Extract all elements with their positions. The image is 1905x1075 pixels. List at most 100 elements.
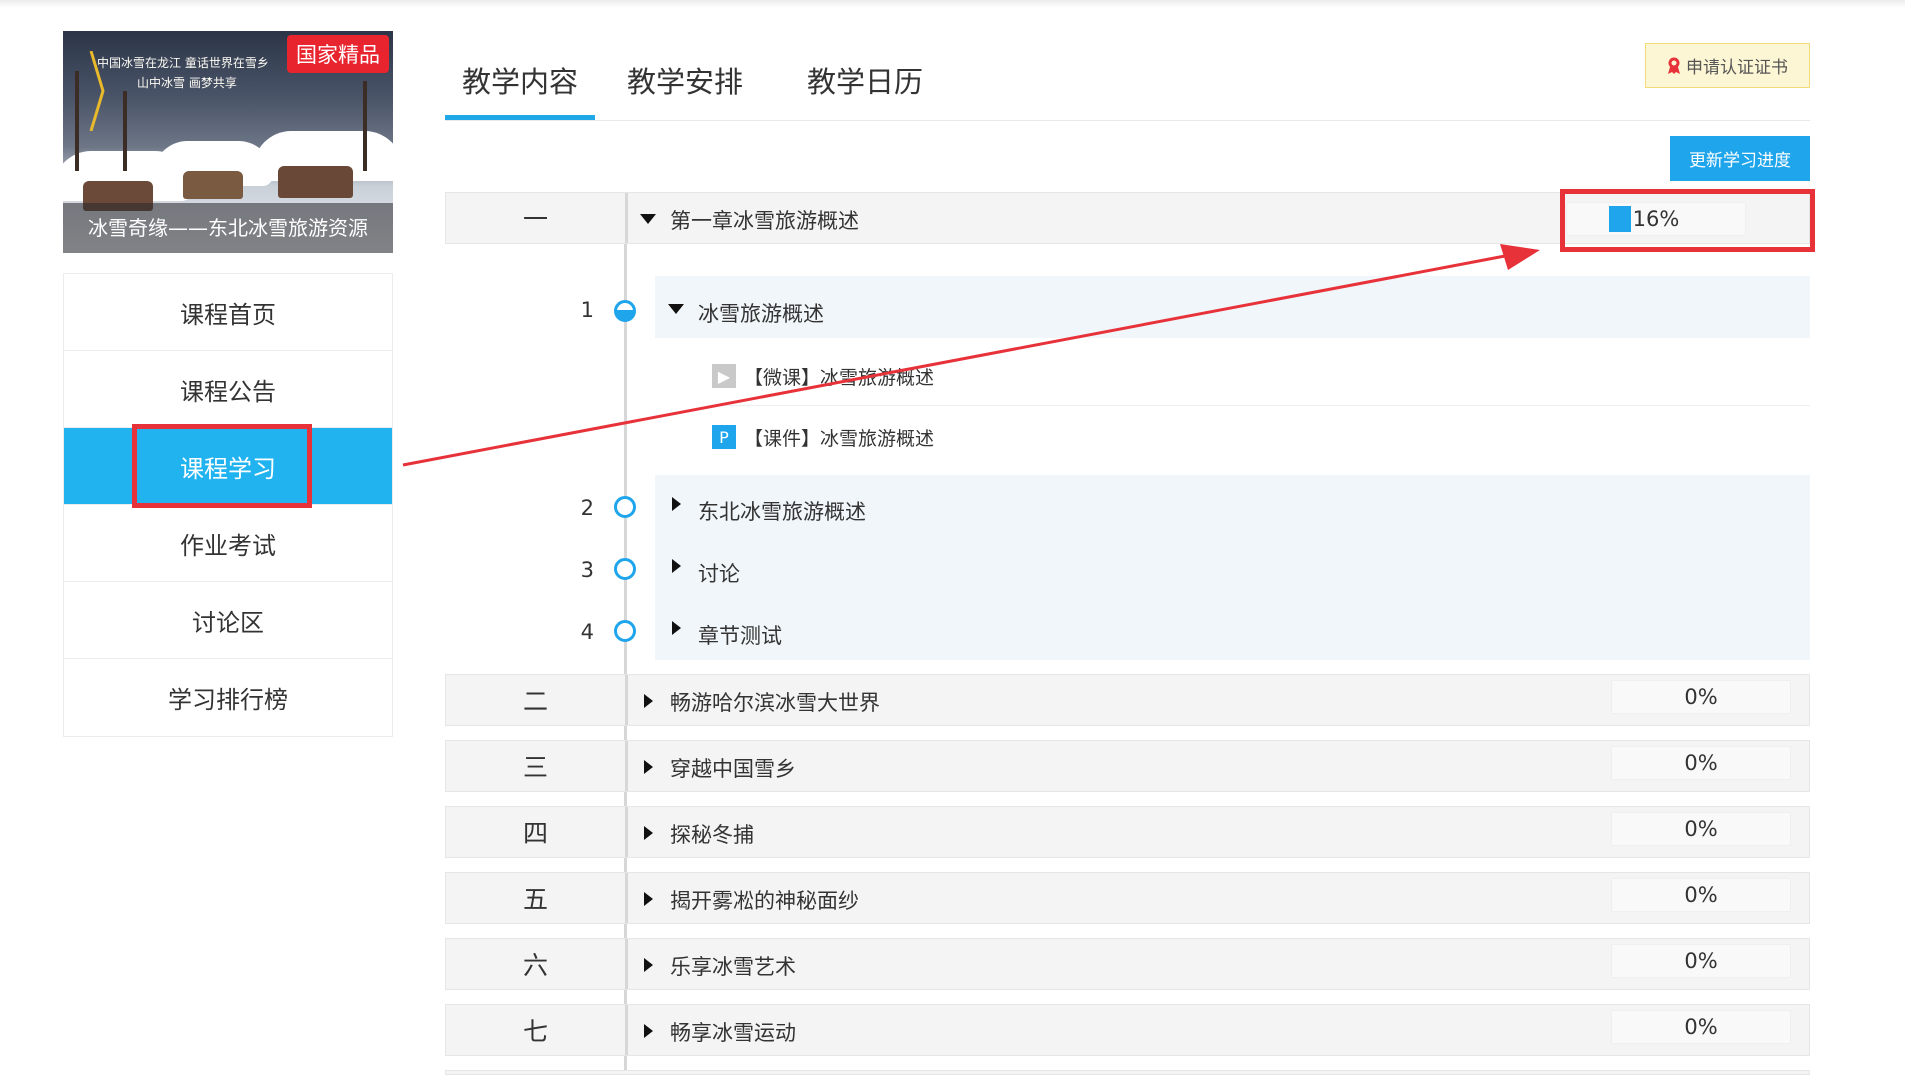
sidebar-item-home[interactable]: 课程首页 bbox=[64, 274, 392, 351]
expand-arrow-icon[interactable] bbox=[644, 1024, 653, 1038]
sidebar-item-label: 课程公告 bbox=[180, 377, 276, 406]
expand-arrow-icon[interactable] bbox=[644, 694, 653, 708]
progress-text: 0% bbox=[1684, 817, 1718, 841]
chapter-number: 六 bbox=[522, 951, 548, 980]
chapter-row[interactable]: 二 畅游哈尔滨冰雪大世界 0% bbox=[445, 674, 1810, 726]
chapter-progress-bar: 0% bbox=[1611, 812, 1791, 846]
chapter-progress-bar: 0% bbox=[1611, 944, 1791, 978]
progress-circle-icon bbox=[614, 620, 636, 642]
chapter-title: 畅游哈尔滨冰雪大世界 bbox=[670, 691, 880, 715]
cover-slogan: 中国冰雪在龙江 童话世界在雪乡 山中冰雪 画梦共享 bbox=[97, 53, 297, 93]
chapter-title: 穿越中国雪乡 bbox=[670, 757, 796, 781]
chapter-number: 三 bbox=[522, 753, 548, 782]
expand-arrow-icon[interactable] bbox=[644, 760, 653, 774]
chapter-title: 畅享冰雪运动 bbox=[670, 1021, 796, 1045]
chapter-progress-bar: 0% bbox=[1611, 746, 1791, 780]
progress-text: 0% bbox=[1684, 883, 1718, 907]
lesson-item[interactable]: ▶ 【微课】冰雪旅游概述 bbox=[712, 362, 934, 390]
chapter-separator bbox=[625, 873, 628, 923]
sidebar-item-announcements[interactable]: 课程公告 bbox=[64, 351, 392, 428]
award-ribbon-icon bbox=[1668, 57, 1680, 74]
chapter-separator bbox=[625, 675, 628, 725]
play-icon: ▶ bbox=[712, 364, 736, 388]
update-progress-button[interactable]: 更新学习进度 bbox=[1670, 136, 1810, 181]
sidebar-item-homework-exams[interactable]: 作业考试 bbox=[64, 505, 392, 582]
tab-teaching-content[interactable]: 教学内容 bbox=[445, 40, 595, 120]
chapter-number: 七 bbox=[522, 1017, 548, 1046]
expand-arrow-icon[interactable] bbox=[644, 892, 653, 906]
sidebar-item-leaderboard[interactable]: 学习排行榜 bbox=[64, 659, 392, 736]
course-sidebar-menu: 课程首页 课程公告 课程学习 作业考试 讨论区 学习排行榜 bbox=[63, 273, 393, 737]
chapter-separator bbox=[625, 939, 628, 989]
chapter-number: 五 bbox=[522, 885, 548, 914]
expand-arrow-icon[interactable] bbox=[644, 958, 653, 972]
section-number: 3 bbox=[580, 558, 594, 582]
content-tabs: 教学内容 教学安排 教学日历 bbox=[445, 40, 955, 120]
sidebar-item-label: 课程首页 bbox=[180, 300, 276, 329]
sidebar-item-label: 学习排行榜 bbox=[168, 686, 288, 714]
apply-certificate-label: 申请认证证书 bbox=[1686, 58, 1788, 78]
section-number: 2 bbox=[580, 496, 594, 520]
chapter-row[interactable]: 七 畅享冰雪运动 0% bbox=[445, 1004, 1810, 1056]
expand-arrow-icon[interactable] bbox=[644, 826, 653, 840]
chapter-title: 探秘冬捕 bbox=[670, 823, 754, 847]
sidebar-item-label: 课程学习 bbox=[180, 454, 276, 483]
expand-arrow-icon[interactable] bbox=[672, 559, 681, 573]
chapter-row[interactable]: 四 探秘冬捕 0% bbox=[445, 806, 1810, 858]
section-number: 4 bbox=[580, 620, 594, 644]
chapter-progress-bar: 0% bbox=[1611, 878, 1791, 912]
chapter-separator bbox=[625, 741, 628, 791]
top-shade bbox=[0, 0, 1905, 8]
tab-teaching-schedule[interactable]: 教学安排 bbox=[595, 40, 775, 120]
chapter-progress-bar: 0% bbox=[1611, 1010, 1791, 1044]
cover-slogan-line: 中国冰雪在龙江 童话世界在雪乡 bbox=[97, 56, 269, 70]
expand-arrow-icon[interactable] bbox=[672, 497, 681, 511]
progress-highlight-box bbox=[1560, 189, 1815, 252]
chapter-number: 一 bbox=[522, 205, 548, 234]
chapter-title: 乐享冰雪艺术 bbox=[670, 955, 796, 979]
chapter-separator bbox=[625, 1005, 628, 1055]
lesson-title: 【课件】冰雪旅游概述 bbox=[744, 427, 935, 450]
tab-teaching-calendar[interactable]: 教学日历 bbox=[775, 40, 955, 120]
chapter-separator bbox=[625, 193, 628, 243]
section-title[interactable]: 冰雪旅游概述 bbox=[698, 298, 824, 328]
progress-circle-icon bbox=[614, 558, 636, 580]
section-title[interactable]: 东北冰雪旅游概述 bbox=[698, 496, 866, 526]
sidebar-item-label: 作业考试 bbox=[180, 531, 276, 560]
lesson-item[interactable]: P 【课件】冰雪旅游概述 bbox=[712, 423, 934, 451]
sidebar-item-discussion[interactable]: 讨论区 bbox=[64, 582, 392, 659]
chapter-title: 揭开雾凇的神秘面纱 bbox=[670, 889, 859, 913]
chapter-row[interactable]: 三 穿越中国雪乡 0% bbox=[445, 740, 1810, 792]
chapter-separator bbox=[625, 807, 628, 857]
course-title-caption: 冰雪奇缘——东北冰雪旅游资源 bbox=[63, 203, 393, 253]
progress-circle-icon bbox=[614, 496, 636, 518]
collapse-arrow-icon[interactable] bbox=[640, 214, 656, 224]
progress-text: 0% bbox=[1684, 751, 1718, 775]
chapter-number: 二 bbox=[522, 687, 548, 716]
lesson-title: 【微课】冰雪旅游概述 bbox=[744, 366, 935, 389]
progress-text: 0% bbox=[1684, 949, 1718, 973]
apply-certificate-button[interactable]: 申请认证证书 bbox=[1645, 43, 1810, 88]
chapter-progress-bar: 0% bbox=[1611, 680, 1791, 714]
sidebar-item-course-study[interactable]: 课程学习 bbox=[64, 424, 392, 508]
expand-arrow-icon[interactable] bbox=[672, 621, 681, 635]
chapter-row[interactable]: 五 揭开雾凇的神秘面纱 0% bbox=[445, 872, 1810, 924]
section-number: 1 bbox=[580, 298, 594, 322]
chapter-row[interactable]: 六 乐享冰雪艺术 0% bbox=[445, 938, 1810, 990]
lesson-divider bbox=[712, 405, 1810, 406]
tabs-divider bbox=[445, 120, 1810, 121]
sidebar-item-label: 讨论区 bbox=[192, 608, 264, 637]
progress-circle-icon bbox=[614, 300, 636, 322]
national-quality-badge: 国家精品 bbox=[287, 35, 389, 73]
chapter-number: 四 bbox=[522, 819, 548, 848]
chapter-title: 第一章冰雪旅游概述 bbox=[670, 209, 859, 233]
section-row-bg bbox=[655, 276, 1810, 338]
chapter-row-partial bbox=[445, 1070, 1810, 1075]
collapse-arrow-icon[interactable] bbox=[668, 304, 684, 314]
section-title[interactable]: 章节测试 bbox=[698, 620, 782, 650]
progress-text: 0% bbox=[1684, 685, 1718, 709]
progress-text: 0% bbox=[1684, 1015, 1718, 1039]
section-title[interactable]: 讨论 bbox=[698, 558, 740, 588]
cover-slogan-line: 山中冰雪 画梦共享 bbox=[137, 76, 237, 90]
course-cover-image[interactable]: 中国冰雪在龙江 童话世界在雪乡 山中冰雪 画梦共享 国家精品 冰雪奇缘——东北冰… bbox=[63, 31, 393, 253]
